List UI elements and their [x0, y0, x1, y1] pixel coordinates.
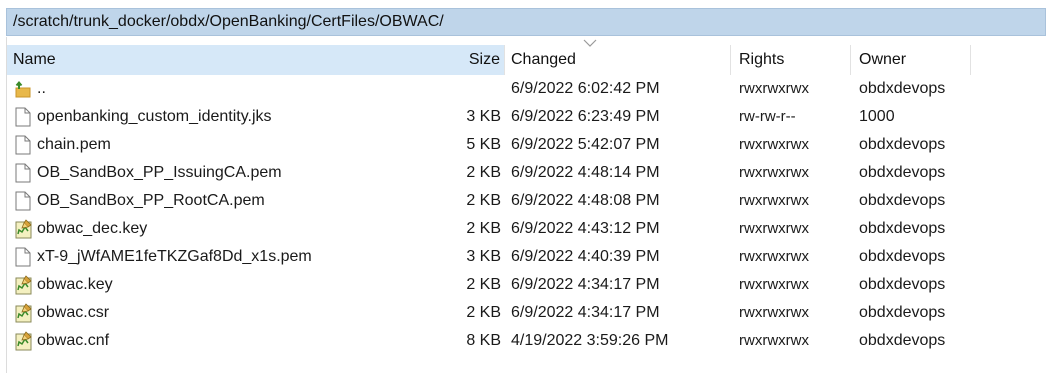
file-owner: obdxdevops	[859, 276, 946, 293]
parent-folder-icon	[15, 75, 35, 103]
file-icon	[15, 243, 35, 271]
edit-file-icon	[15, 327, 35, 355]
file-rights: rwxrwxrwx	[739, 304, 809, 321]
column-header-name[interactable]: Name	[7, 45, 505, 75]
file-changed: 4/19/2022 3:59:26 PM	[511, 332, 669, 349]
file-icon	[15, 187, 35, 215]
file-row[interactable]: OB_SandBox_PP_RootCA.pem 2 KB 6/9/2022 4…	[7, 187, 1047, 215]
file-changed: 6/9/2022 5:42:07 PM	[511, 136, 660, 153]
file-icon	[15, 103, 35, 131]
file-row[interactable]: OB_SandBox_PP_IssuingCA.pem 2 KB 6/9/202…	[7, 159, 1047, 187]
file-changed: 6/9/2022 4:43:12 PM	[511, 220, 660, 237]
column-header-changed[interactable]: Changed	[505, 39, 731, 75]
file-row[interactable]: obwac.csr 2 KB 6/9/2022 4:34:17 PM rwxrw…	[7, 299, 1047, 327]
file-owner: obdxdevops	[859, 332, 946, 349]
file-size: 2 KB	[466, 276, 501, 293]
file-size: 2 KB	[466, 164, 501, 181]
file-size: 3 KB	[466, 248, 501, 265]
file-changed: 6/9/2022 4:34:17 PM	[511, 276, 660, 293]
file-owner: 1000	[859, 108, 895, 125]
file-size: 2 KB	[466, 304, 501, 321]
column-header-owner[interactable]: Owner	[851, 45, 971, 75]
file-changed: 6/9/2022 6:02:42 PM	[511, 80, 660, 97]
file-name: OB_SandBox_PP_IssuingCA.pem	[37, 164, 282, 181]
column-header-rights[interactable]: Rights	[731, 45, 851, 75]
file-owner: obdxdevops	[859, 220, 946, 237]
file-row[interactable]: obwac.key 2 KB 6/9/2022 4:34:17 PM rwxrw…	[7, 271, 1047, 299]
sort-descending-icon	[583, 39, 597, 47]
file-name: obwac_dec.key	[37, 220, 148, 237]
file-rights: rwxrwxrwx	[739, 332, 809, 349]
file-owner: obdxdevops	[859, 164, 946, 181]
file-size: 2 KB	[466, 192, 501, 209]
file-name: chain.pem	[37, 136, 111, 153]
file-row[interactable]: xT-9_jWfAME1feTKZGaf8Dd_x1s.pem 3 KB 6/9…	[7, 243, 1047, 271]
path-bar[interactable]: /scratch/trunk_docker/obdx/OpenBanking/C…	[6, 8, 1046, 36]
file-changed: 6/9/2022 4:48:14 PM	[511, 164, 660, 181]
file-changed: 6/9/2022 4:34:17 PM	[511, 304, 660, 321]
file-rows: .. 6/9/2022 6:02:42 PM rwxrwxrwx obdxdev…	[7, 75, 1047, 355]
file-changed: 6/9/2022 4:40:39 PM	[511, 248, 660, 265]
file-name: obwac.cnf	[37, 332, 110, 349]
edit-file-icon	[15, 299, 35, 327]
file-owner: obdxdevops	[859, 136, 946, 153]
column-header: Name Size Changed Rights Owner	[7, 39, 1047, 75]
file-size: 3 KB	[466, 108, 501, 125]
file-icon	[15, 131, 35, 159]
file-rights: rwxrwxrwx	[739, 220, 809, 237]
file-owner: obdxdevops	[859, 304, 946, 321]
file-changed: 6/9/2022 4:48:08 PM	[511, 192, 660, 209]
file-name: openbanking_custom_identity.jks	[37, 108, 272, 125]
file-row[interactable]: obwac.cnf 8 KB 4/19/2022 3:59:26 PM rwxr…	[7, 327, 1047, 355]
file-name: ..	[37, 80, 46, 97]
file-owner: obdxdevops	[859, 192, 946, 209]
file-owner: obdxdevops	[859, 80, 946, 97]
file-row[interactable]: openbanking_custom_identity.jks 3 KB 6/9…	[7, 103, 1047, 131]
file-name: OB_SandBox_PP_RootCA.pem	[37, 192, 265, 209]
column-header-size[interactable]: Size	[447, 45, 505, 75]
file-rights: rwxrwxrwx	[739, 80, 809, 97]
column-header-changed-label: Changed	[511, 51, 576, 68]
file-rights: rwxrwxrwx	[739, 248, 809, 265]
edit-file-icon	[15, 271, 35, 299]
file-size	[447, 75, 501, 103]
file-row[interactable]: .. 6/9/2022 6:02:42 PM rwxrwxrwx obdxdev…	[7, 75, 1047, 103]
file-row[interactable]: chain.pem 5 KB 6/9/2022 5:42:07 PM rwxrw…	[7, 131, 1047, 159]
file-rights: rwxrwxrwx	[739, 164, 809, 181]
file-list-panel: Name Size Changed Rights Owner .. 6/9/20…	[6, 37, 1046, 373]
file-rights: rwxrwxrwx	[739, 192, 809, 209]
file-rights: rwxrwxrwx	[739, 136, 809, 153]
file-name: xT-9_jWfAME1feTKZGaf8Dd_x1s.pem	[37, 248, 312, 265]
file-changed: 6/9/2022 6:23:49 PM	[511, 108, 660, 125]
file-row[interactable]: obwac_dec.key 2 KB 6/9/2022 4:43:12 PM r…	[7, 215, 1047, 243]
file-name: obwac.key	[37, 276, 113, 293]
file-icon	[15, 159, 35, 187]
file-size: 2 KB	[466, 220, 501, 237]
edit-file-icon	[15, 215, 35, 243]
file-owner: obdxdevops	[859, 248, 946, 265]
file-rights: rw-rw-r--	[739, 108, 796, 125]
file-rights: rwxrwxrwx	[739, 276, 809, 293]
file-size: 8 KB	[466, 332, 501, 349]
file-name: obwac.csr	[37, 304, 110, 321]
file-size: 5 KB	[466, 136, 501, 153]
